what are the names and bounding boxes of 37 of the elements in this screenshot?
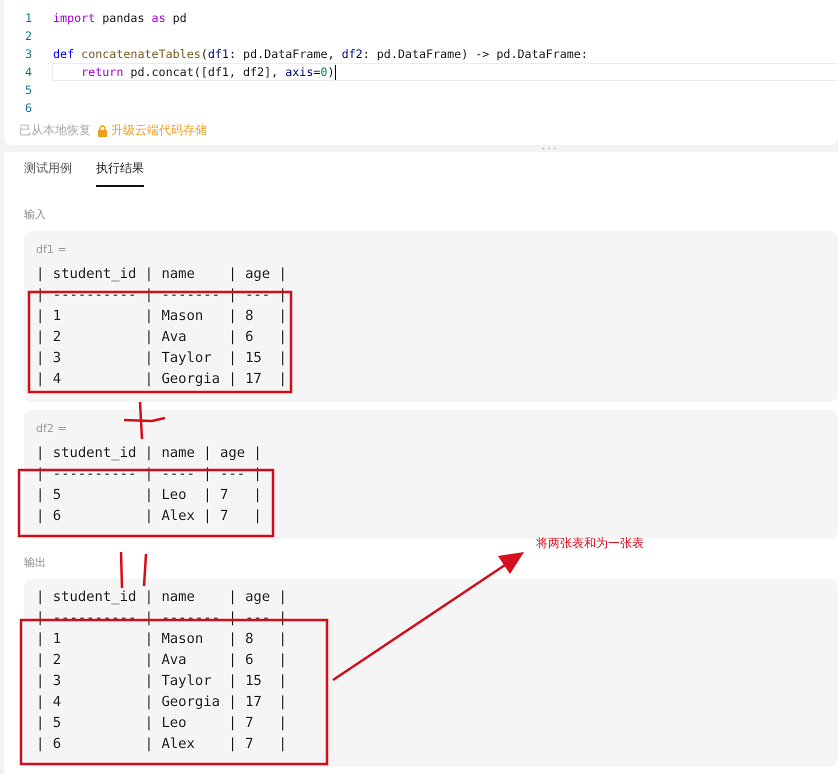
tab[interactable]: 执行结果 — [96, 152, 144, 187]
line-number: 6 — [24, 101, 33, 115]
table-line: | 3 | Taylor | 15 | — [36, 672, 287, 691]
section-label: 输出 — [24, 555, 47, 571]
table-line: | 2 | Ava | 6 | — [36, 328, 287, 347]
variable-name: df1 = — [36, 242, 67, 258]
section-label: 输入 — [24, 207, 47, 223]
line-number: 3 — [24, 47, 33, 61]
text-cursor — [334, 64, 336, 80]
plus-mark — [124, 402, 166, 440]
drag-handle-icon[interactable] — [542, 147, 556, 150]
table-line: | 6 | Alex | 7 | — [36, 507, 262, 526]
table-line: | 5 | Leo | 7 | — [36, 486, 262, 505]
line-number: 1 — [24, 11, 33, 25]
table-line: | 1 | Mason | 8 | — [36, 307, 287, 326]
line-number: 4 — [24, 65, 33, 79]
restore-status: 已从本地恢复 — [19, 122, 91, 139]
lock-icon — [97, 124, 108, 136]
code-line: def concatenateTables(df1: pd.DataFrame, df2: pd.DataFrame) -> pd.DataFrame: — [52, 46, 589, 63]
table-line: | 1 | Mason | 8 | — [36, 630, 287, 649]
table-line: | student_id | name | age | — [36, 588, 287, 607]
equals-mark — [120, 552, 148, 588]
table-line: | 2 | Ava | 6 | — [36, 651, 287, 670]
line-number: 2 — [24, 29, 33, 43]
tab[interactable]: 测试用例 — [24, 152, 72, 187]
table-line: | 4 | Georgia | 17 | — [36, 370, 287, 389]
code-line: import pandas as pd — [52, 10, 188, 27]
current-code-line: return pd.concat([df1, df2], axis=0) — [52, 63, 838, 81]
table-line: | student_id | name | age | — [36, 265, 287, 284]
variable-name: df2 = — [36, 421, 67, 437]
table-line: | student_id | name | age | — [36, 444, 262, 463]
line-number: 5 — [24, 83, 33, 97]
annotation-note: 将两张表和为一张表 — [536, 535, 644, 552]
table-line: | 4 | Georgia | 17 | — [36, 693, 287, 712]
table-line: | 3 | Taylor | 15 | — [36, 349, 287, 368]
table-line: | 6 | Alex | 7 | — [36, 735, 287, 754]
table-line: | 5 | Leo | 7 | — [36, 714, 287, 733]
